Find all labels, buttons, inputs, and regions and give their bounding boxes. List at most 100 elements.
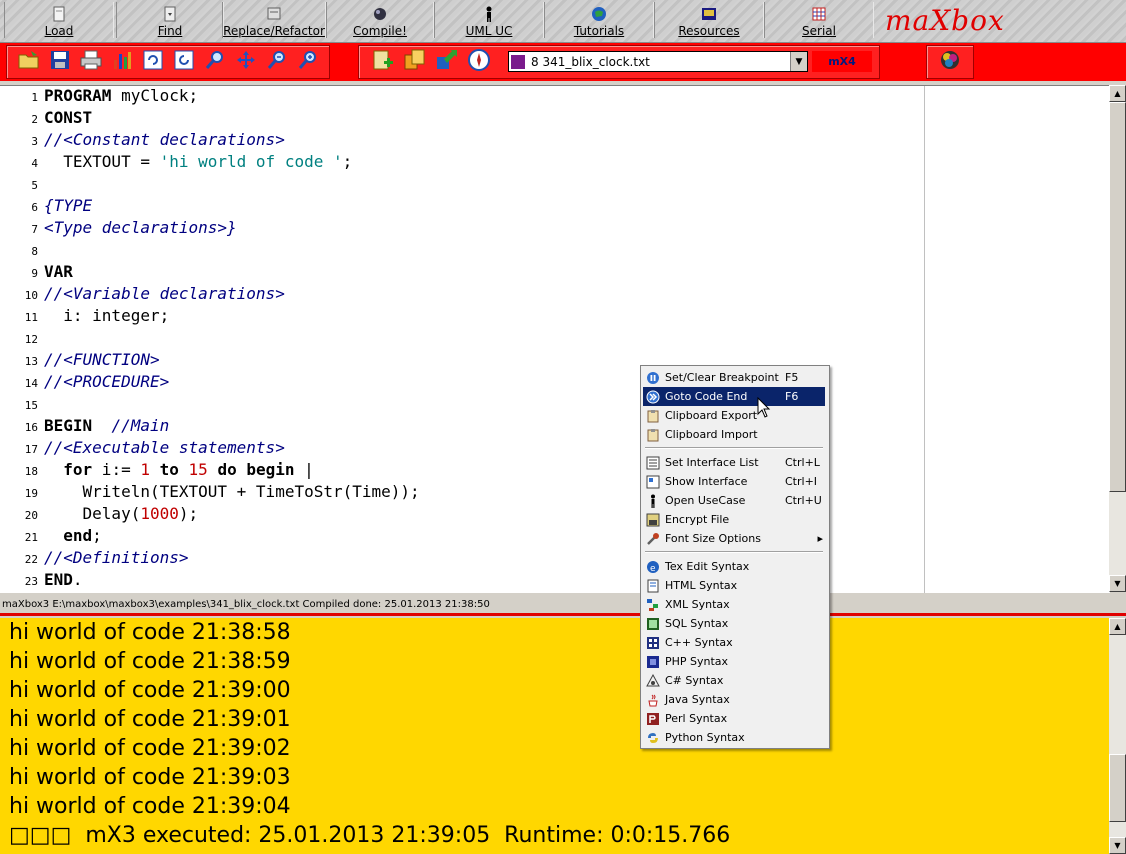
resources-button[interactable]: Resources	[654, 2, 764, 38]
output-line: hi world of code 21:38:59	[9, 649, 291, 674]
menu-item-html-syntax[interactable]: HTML Syntax	[643, 576, 825, 595]
reload-icon[interactable]	[172, 48, 196, 72]
list-icon	[645, 455, 661, 471]
refresh-icon[interactable]	[141, 48, 165, 72]
menu-item-open-usecase[interactable]: Open UseCase Ctrl+U	[643, 491, 825, 510]
clipboard-icon	[645, 427, 661, 443]
print-icon[interactable]	[79, 48, 103, 72]
menu-item-php-syntax[interactable]: PHP Syntax	[643, 652, 825, 671]
menu-item-goto-code-end[interactable]: Goto Code End F6	[643, 387, 825, 406]
menu-item-clipboard-import[interactable]: Clipboard Import	[643, 425, 825, 444]
line-number: 5	[31, 179, 38, 192]
html-syntax-icon	[645, 578, 661, 594]
python-syntax-icon	[645, 730, 661, 746]
scroll-up-icon[interactable]: ▲	[1109, 85, 1126, 102]
chart-icon[interactable]	[110, 48, 134, 72]
code-editor[interactable]: 1 2 3 4 5 6 7 8 9 10 11 12 13 14 15 16 1…	[0, 85, 1110, 593]
line-number: 3	[31, 135, 38, 148]
line-number: 8	[31, 245, 38, 258]
output-line: hi world of code 21:39:02	[9, 736, 291, 761]
chevron-down-icon[interactable]: ▼	[790, 52, 807, 71]
load-button[interactable]: Load	[4, 2, 114, 38]
menu-item-tex-edit-syntax[interactable]: e Tex Edit Syntax	[643, 557, 825, 576]
replace-icon	[267, 7, 281, 20]
code-line: //<FUNCTION>	[44, 350, 160, 369]
menu-item-csharp-syntax[interactable]: C# Syntax	[643, 671, 825, 690]
menu-item-set-clear-breakpoint[interactable]: Set/Clear Breakpoint F5	[643, 368, 825, 387]
mx4-button[interactable]: mX4	[812, 51, 872, 72]
replace-refactor-label: Replace/Refactor	[223, 24, 325, 38]
menu-item-font-size-options[interactable]: Font Size Options ▸	[643, 529, 825, 548]
menu-item-cpp-syntax[interactable]: C++ Syntax	[643, 633, 825, 652]
editor-scrollbar[interactable]: ▲ ▼	[1109, 85, 1126, 592]
serial-icon	[812, 7, 826, 21]
line-number: 6	[31, 201, 38, 214]
clipboard-icon	[645, 408, 661, 424]
menu-item-show-interface[interactable]: Show Interface Ctrl+I	[643, 472, 825, 491]
add-file-icon[interactable]	[371, 48, 395, 72]
compile-icon	[374, 8, 386, 20]
menu-item-set-interface-list[interactable]: Set Interface List Ctrl+L	[643, 453, 825, 472]
compass-icon[interactable]	[467, 48, 491, 72]
uml-uc-button[interactable]: UML UC	[434, 2, 544, 38]
code-line: //<Executable statements>	[44, 438, 285, 457]
menu-item-clipboard-export[interactable]: Clipboard Export	[643, 406, 825, 425]
copy-files-icon[interactable]	[403, 48, 427, 72]
splitter[interactable]	[0, 613, 1126, 616]
csharp-syntax-icon	[645, 673, 661, 689]
maxbox-logo: maXbox	[885, 4, 1005, 37]
code-line: Writeln(TEXTOUT + TimeToStr(Time));	[44, 482, 420, 501]
code-line: {TYPE	[44, 196, 93, 215]
tutorials-label: Tutorials	[573, 24, 625, 38]
scrollbar-thumb[interactable]	[1109, 754, 1126, 822]
right-margin-line	[924, 86, 925, 593]
file-color-swatch	[511, 54, 525, 69]
output-console[interactable]: hi world of code 21:38:58 hi world of co…	[0, 618, 1109, 854]
line-number: 4	[31, 157, 38, 170]
search-icon[interactable]	[203, 48, 227, 72]
zoom-out-icon[interactable]	[265, 48, 289, 72]
find-button[interactable]: Find	[116, 2, 224, 38]
svg-text:e: e	[650, 564, 656, 574]
resources-icon	[702, 8, 716, 20]
line-number: 19	[24, 487, 38, 500]
menu-item-sql-syntax[interactable]: SQL Syntax	[643, 614, 825, 633]
file-select-value: 8 341_blix_clock.txt	[531, 54, 650, 69]
globe-icon	[592, 7, 606, 21]
menu-item-python-syntax[interactable]: Python Syntax	[643, 728, 825, 747]
tutorials-button[interactable]: Tutorials	[544, 2, 654, 38]
compile-button[interactable]: Compile!	[326, 2, 434, 38]
output-scrollbar[interactable]: ▲ ▼	[1109, 618, 1126, 854]
status-bar: maXbox3 E:\maxbox\maxbox3\examples\341_b…	[0, 596, 1126, 613]
goto-end-icon	[645, 389, 661, 405]
export-icon[interactable]	[435, 48, 459, 72]
menu-item-xml-syntax[interactable]: XML Syntax	[643, 595, 825, 614]
output-line: hi world of code 21:39:01	[9, 707, 291, 732]
code-line: //<Variable declarations>	[44, 284, 285, 303]
line-number: 1	[31, 91, 38, 104]
save-icon[interactable]	[48, 48, 72, 72]
replace-refactor-button[interactable]: Replace/Refactor	[222, 2, 326, 38]
php-syntax-icon	[645, 654, 661, 670]
line-number: 21	[24, 531, 38, 544]
scroll-down-icon[interactable]: ▼	[1109, 575, 1126, 592]
open-folder-icon[interactable]	[17, 48, 41, 72]
uml-actor-icon	[645, 493, 661, 509]
file-select[interactable]: 8 341_blix_clock.txt ▼	[508, 51, 808, 72]
scroll-down-icon[interactable]: ▼	[1109, 837, 1126, 854]
menu-item-perl-syntax[interactable]: Perl Syntax	[643, 709, 825, 728]
move-icon[interactable]	[234, 48, 258, 72]
scrollbar-thumb[interactable]	[1109, 102, 1126, 492]
code-line: Delay(1000);	[44, 504, 199, 523]
line-number: 10	[24, 289, 38, 302]
serial-button[interactable]: Serial	[764, 2, 874, 38]
zoom-in-icon[interactable]	[296, 48, 320, 72]
sql-syntax-icon	[645, 616, 661, 632]
code-line: //<Definitions>	[44, 548, 189, 567]
color-palette-icon[interactable]	[937, 47, 963, 73]
scroll-up-icon[interactable]: ▲	[1109, 618, 1126, 635]
code-line: PROGRAM myClock;	[44, 86, 199, 105]
line-number: 13	[24, 355, 38, 368]
menu-item-encrypt-file[interactable]: Encrypt File	[643, 510, 825, 529]
menu-item-java-syntax[interactable]: Java Syntax	[643, 690, 825, 709]
